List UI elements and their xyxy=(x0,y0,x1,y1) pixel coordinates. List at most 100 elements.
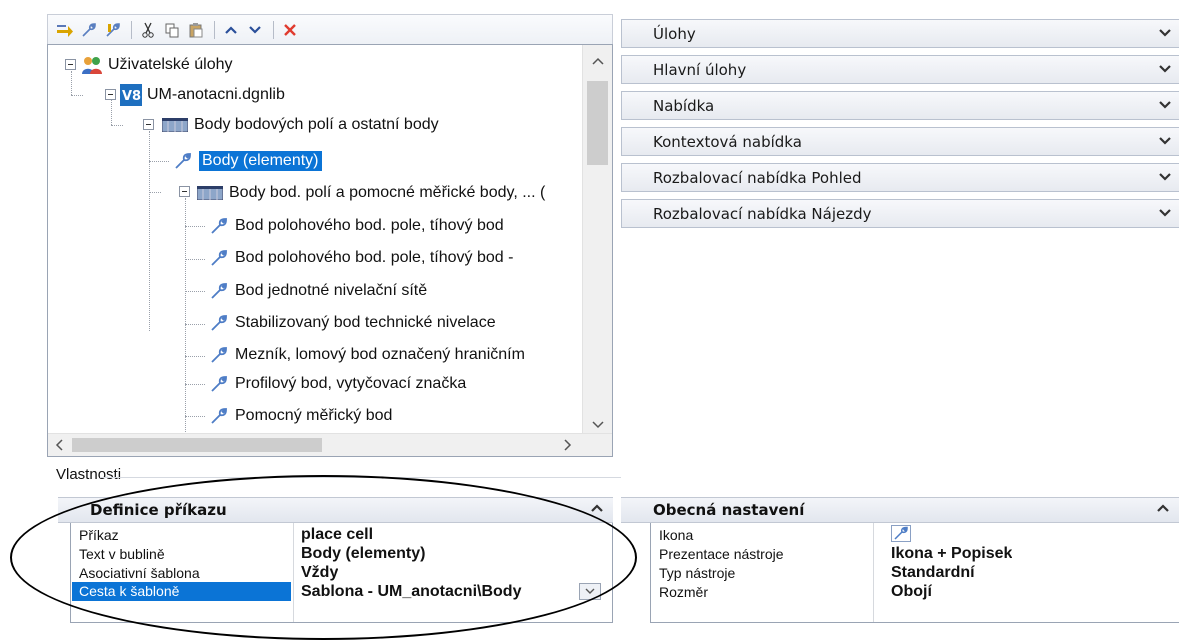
copy-icon[interactable] xyxy=(161,19,183,41)
toolbar-separator xyxy=(273,20,274,39)
tree-line xyxy=(149,192,161,193)
panel-title: Úlohy xyxy=(653,24,696,43)
prop-value[interactable]: Body (elementy) xyxy=(301,545,425,563)
move-up-icon[interactable] xyxy=(220,19,242,41)
tree-item[interactable]: Bod polohového bod. pole, tíhový bod - xyxy=(208,243,513,273)
paste-icon[interactable] xyxy=(185,19,207,41)
prop-value[interactable]: Vždy xyxy=(301,564,338,582)
general-settings-grid: Ikona Prezentace nástroje Ikona + Popise… xyxy=(650,523,1179,623)
command-definition-grid: Příkaz place cell Text v bublině Body (e… xyxy=(70,523,613,623)
prop-value[interactable]: Standardní xyxy=(891,564,975,582)
toolbox-icon xyxy=(196,182,224,204)
scroll-down-icon[interactable] xyxy=(592,417,604,431)
tree-line xyxy=(185,324,205,325)
prop-row-dimension[interactable]: Rozměr Obojí xyxy=(651,582,1179,601)
prop-value[interactable]: Sablona - UM_anotacni\Body xyxy=(301,583,577,601)
tree-item-group[interactable]: Body bodových polí a ostatní body xyxy=(161,110,439,140)
panel-rozbalovaci-pohled[interactable]: Rozbalovací nabídka Pohled xyxy=(621,163,1179,192)
tree-item[interactable]: Bod jednotné nivelační sítě xyxy=(208,276,427,306)
tree-line xyxy=(185,291,205,292)
delete-icon[interactable] xyxy=(279,19,301,41)
prop-row-tool-type[interactable]: Typ nástroje Standardní xyxy=(651,563,1179,582)
tree-item[interactable]: Pomocný měřický bod xyxy=(208,401,392,431)
chevron-down-icon[interactable] xyxy=(1159,98,1171,114)
tree-item[interactable]: Bod polohového bod. pole, tíhový bod xyxy=(208,211,504,241)
tree-item-selected[interactable]: Body (elementy) xyxy=(172,146,322,176)
prop-row-template-path[interactable]: Cesta k šabloně Sablona - UM_anotacni\Bo… xyxy=(71,582,612,601)
general-settings-header[interactable]: Obecná nastavení xyxy=(621,497,1179,523)
prop-name: Příkaz xyxy=(79,526,119,543)
tool-edit-icon[interactable] xyxy=(102,19,124,41)
panel-hlavni-ulohy[interactable]: Hlavní úlohy xyxy=(621,55,1179,84)
prop-name: Typ nástroje xyxy=(659,564,736,581)
panel-nabidka[interactable]: Nabídka xyxy=(621,91,1179,120)
toolbox-icon xyxy=(161,114,189,136)
tree-line xyxy=(185,356,205,357)
tree-line xyxy=(71,95,83,96)
prop-name: Cesta k šabloně xyxy=(72,582,291,601)
tree-line xyxy=(185,384,205,385)
horizontal-scroll-thumb[interactable] xyxy=(72,438,322,452)
chevron-down-icon[interactable] xyxy=(1159,206,1171,222)
prop-row-icon[interactable]: Ikona xyxy=(651,525,1179,544)
prop-value[interactable]: Ikona + Popisek xyxy=(891,545,1012,563)
tree-item[interactable]: Profilový bod, vytyčovací značka xyxy=(208,369,466,399)
tree-item[interactable]: Mezník, lomový bod označený hraničním xyxy=(208,340,525,370)
prop-row-presentation[interactable]: Prezentace nástroje Ikona + Popisek xyxy=(651,544,1179,563)
tree-item-label: Uživatelské úlohy xyxy=(108,56,233,73)
tree-item-label: Pomocný měřický bod xyxy=(235,407,393,424)
tree-item-label: Stabilizovaný bod technické nivelace xyxy=(235,314,496,331)
chevron-down-icon[interactable] xyxy=(1159,170,1171,186)
prop-value[interactable]: Obojí xyxy=(891,583,932,601)
tree-content: Uživatelské úlohy V8 UM-anotacni.dgnlib … xyxy=(48,45,583,434)
properties-label: Vlastnosti xyxy=(56,466,122,483)
cut-icon[interactable] xyxy=(137,19,159,41)
collapse-toggle[interactable] xyxy=(105,89,116,100)
vertical-scroll-thumb[interactable] xyxy=(587,81,608,165)
dropdown-button[interactable] xyxy=(579,583,601,600)
panel-rozbalovaci-najezdy[interactable]: Rozbalovací nabídka Nájezdy xyxy=(621,199,1179,228)
tree-item-label: UM-anotacni.dgnlib xyxy=(147,86,285,103)
prop-value[interactable]: place cell xyxy=(301,526,373,544)
tree-line xyxy=(185,416,205,417)
tree-item-user-tasks[interactable]: Uživatelské úlohy xyxy=(81,50,233,80)
group-title: Definice příkazu xyxy=(90,501,227,519)
wrench-icon xyxy=(208,312,230,334)
tree-item-label: Body bod. polí a pomocné měřické body, .… xyxy=(229,184,546,201)
group-title: Obecná nastavení xyxy=(653,501,805,519)
wrench-icon xyxy=(208,373,230,395)
tree-line xyxy=(111,125,123,126)
chevron-down-icon[interactable] xyxy=(1159,62,1171,78)
scroll-right-icon[interactable] xyxy=(564,439,572,453)
move-down-icon[interactable] xyxy=(244,19,266,41)
collapse-toggle[interactable] xyxy=(143,119,154,130)
chevron-up-icon[interactable] xyxy=(1157,501,1169,517)
tool-icon[interactable] xyxy=(78,19,100,41)
chevron-down-icon xyxy=(585,588,595,594)
collapse-toggle[interactable] xyxy=(65,59,76,70)
panel-kontextova-nabidka[interactable]: Kontextová nabídka xyxy=(621,127,1179,156)
tree-item-dgnlib[interactable]: V8 UM-anotacni.dgnlib xyxy=(120,80,285,110)
tree-item-group[interactable]: Body bod. polí a pomocné měřické body, .… xyxy=(196,178,545,208)
panel-title: Rozbalovací nabídka Pohled xyxy=(653,168,862,187)
chevron-down-icon[interactable] xyxy=(1159,26,1171,42)
tree-item-label: Body bodových polí a ostatní body xyxy=(194,116,439,133)
scroll-up-icon[interactable] xyxy=(592,53,604,67)
prop-row-assoc-template[interactable]: Asociativní šablona Vždy xyxy=(71,563,612,582)
wrench-icon xyxy=(172,150,194,172)
chevron-down-icon[interactable] xyxy=(1159,134,1171,150)
tree-item[interactable]: Stabilizovaný bod technické nivelace xyxy=(208,308,496,338)
prop-name: Prezentace nástroje xyxy=(659,545,784,562)
scroll-left-icon[interactable] xyxy=(55,439,63,453)
tree-item-label: Bod polohového bod. pole, tíhový bod - xyxy=(235,249,514,266)
tree-item-label: Body (elementy) xyxy=(199,151,322,171)
collapse-toggle[interactable] xyxy=(179,186,190,197)
vertical-scrollbar[interactable] xyxy=(582,45,612,434)
add-item-icon[interactable] xyxy=(54,19,76,41)
horizontal-scrollbar[interactable] xyxy=(48,433,612,456)
panel-ulohy[interactable]: Úlohy xyxy=(621,19,1179,48)
prop-row-tooltip[interactable]: Text v bublině Body (elementy) xyxy=(71,544,612,563)
prop-row-command[interactable]: Příkaz place cell xyxy=(71,525,612,544)
chevron-up-icon[interactable] xyxy=(591,501,603,517)
command-definition-header[interactable]: Definice příkazu xyxy=(58,497,613,523)
